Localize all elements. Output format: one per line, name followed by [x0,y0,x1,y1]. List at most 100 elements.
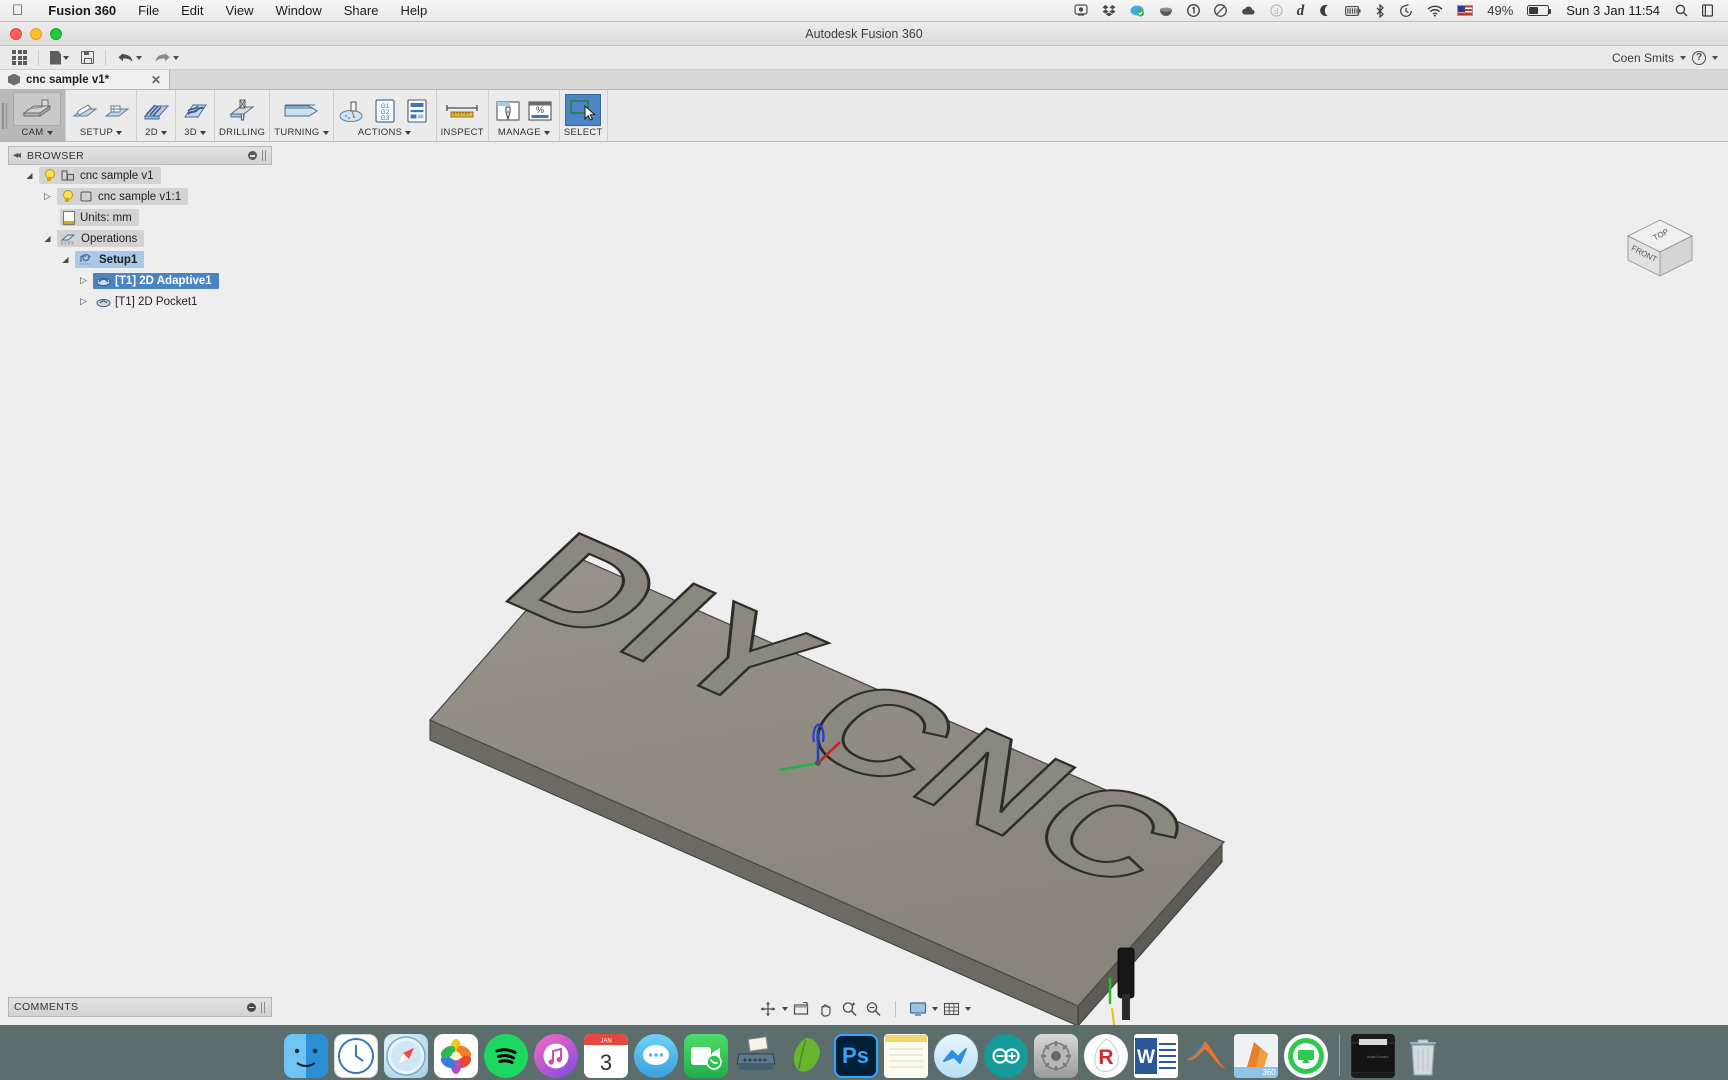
dock-item-itunes[interactable] [534,1034,578,1078]
dock-item-photoshop[interactable]: Ps [834,1034,878,1078]
dock-item-rstudio[interactable]: R [1084,1034,1128,1078]
fit-icon[interactable] [790,999,812,1019]
dictionary-icon[interactable]: d [1263,4,1290,17]
tool-library-icon[interactable] [493,96,523,126]
help-chevron-down-icon[interactable] [1712,56,1718,60]
drilling-icon[interactable] [227,96,257,126]
new-folder-icon[interactable] [102,96,132,126]
bluetooth-icon[interactable] [1368,4,1392,18]
bowl-icon[interactable] [1152,4,1180,17]
dock-item-word[interactable]: W [1134,1034,1178,1078]
menu-item-help[interactable]: Help [389,0,438,22]
twisty-icon[interactable] [60,255,71,264]
dock-item-system-preferences[interactable] [1034,1034,1078,1078]
orbit-icon[interactable] [757,999,779,1019]
ribbon-group-inspect[interactable]: INSPECT [437,90,489,141]
tree-row[interactable]: cnc sample v1:1 [8,186,272,207]
setup-sheet-icon[interactable] [402,96,432,126]
battery-monitor-icon[interactable] [1338,5,1368,17]
dock-item-calendar[interactable]: JAN3 [584,1034,628,1078]
tree-item-2d-adaptive1[interactable]: [T1] 2D Adaptive1 [93,273,219,289]
menu-item-fusion360[interactable]: Fusion 360 [37,0,127,22]
1password-icon[interactable] [1180,4,1207,17]
dock-item-facetime[interactable] [684,1034,728,1078]
tree-item-2d-pocket1[interactable]: [T1] 2D Pocket1 [93,294,204,310]
dock-item-photos[interactable] [434,1034,478,1078]
display-settings-icon[interactable] [907,999,929,1019]
dropbox-icon[interactable] [1095,4,1123,17]
visibility-bulb-icon[interactable] [42,169,56,183]
panel-resize-grip[interactable] [262,150,267,161]
help-icon[interactable]: ? [1692,51,1706,65]
pan-icon[interactable] [814,999,836,1019]
machine-library-icon[interactable]: % [525,96,555,126]
dock-item-notes[interactable] [884,1034,928,1078]
twisty-icon[interactable] [78,275,89,286]
simulate-icon[interactable] [338,96,368,126]
ribbon-group-2d[interactable]: 2D [137,90,176,141]
document-tab[interactable]: cnc sample v1* ✕ [0,70,170,89]
twisty-icon[interactable] [78,296,89,307]
dock-item-evernote[interactable] [784,1034,828,1078]
menu-item-share[interactable]: Share [333,0,390,22]
tree-row[interactable]: [T1] 2D Pocket1 [8,291,272,312]
apple-menu-icon[interactable]:  [0,3,37,18]
dock-item-matlab[interactable] [1184,1034,1228,1078]
undo-icon[interactable] [111,47,148,69]
save-icon[interactable] [75,47,100,69]
dock-item-messages[interactable] [634,1034,678,1078]
tree-item-units[interactable]: Units: mm [60,209,139,226]
time-machine-icon[interactable] [1392,4,1420,18]
ribbon-group-cam[interactable]: CAM [0,90,66,141]
collapse-left-icon[interactable]: ◂◂ [13,150,19,161]
redo-icon[interactable] [148,47,185,69]
tree-row[interactable]: Setup1 [8,249,272,270]
twisty-icon[interactable] [42,234,53,243]
display-chevron-down-icon[interactable] [932,1007,938,1011]
post-process-icon[interactable]: G1 G2 G3 [370,96,400,126]
zoom-window-icon[interactable] [862,999,884,1019]
ribbon-group-manage[interactable]: % MANAGE [489,90,560,141]
twisty-icon[interactable] [24,171,35,180]
dock-item-messenger[interactable] [934,1034,978,1078]
2d-toolpath-icon[interactable] [141,96,171,126]
ribbon-group-setup[interactable]: SETUP [66,90,137,141]
zoom-icon[interactable] [838,999,860,1019]
dock-item-spotify[interactable] [484,1034,528,1078]
do-not-disturb-icon[interactable] [1207,4,1234,17]
keyboard-flag-icon[interactable] [1450,5,1480,16]
tree-row[interactable]: Units: mm [8,207,272,228]
grid-snaps-icon[interactable] [940,999,962,1019]
tree-row[interactable]: cnc sample v1 [8,165,272,186]
tree-row[interactable]: Operations [8,228,272,249]
wifi-icon[interactable] [1420,5,1450,17]
battery-icon[interactable] [1520,5,1556,16]
grid-chevron-down-icon[interactable] [965,1007,971,1011]
menu-item-window[interactable]: Window [264,0,332,22]
tree-item-setup1[interactable]: Setup1 [75,251,144,268]
tree-item-cnc-sample-v1[interactable]: cnc sample v1 [39,167,161,184]
dock-item-launchpad-clock[interactable] [334,1034,378,1078]
close-icon[interactable]: ✕ [151,73,161,87]
onedrive-sync-icon[interactable] [1123,4,1152,17]
account-name[interactable]: Coen Smits [1612,51,1674,65]
new-document-icon[interactable] [44,47,75,69]
dock-item-trash[interactable] [1401,1034,1445,1078]
3d-toolpath-icon[interactable] [180,96,210,126]
ribbon-group-turning[interactable]: TURNING [270,90,333,141]
search-icon[interactable] [1668,4,1695,17]
menu-item-edit[interactable]: Edit [170,0,214,22]
tree-item-operations[interactable]: Operations [57,230,144,247]
flux-icon[interactable] [1311,4,1338,17]
cam-workspace-icon[interactable] [13,92,61,126]
menu-item-view[interactable]: View [215,0,265,22]
twisty-icon[interactable] [42,191,53,202]
dash-icon[interactable]: d [1290,0,1312,22]
dock-item-downloads-stack[interactable]: downloads [1351,1034,1395,1078]
notification-center-icon[interactable] [1695,4,1720,17]
ribbon-group-drilling[interactable]: DRILLING [215,90,270,141]
dock-item-arduino[interactable] [984,1034,1028,1078]
account-chevron-down-icon[interactable] [1680,56,1686,60]
menu-bar-clock[interactable]: Sun 3 Jan 11:54 [1556,3,1668,18]
dock-item-typewriter[interactable] [734,1034,778,1078]
